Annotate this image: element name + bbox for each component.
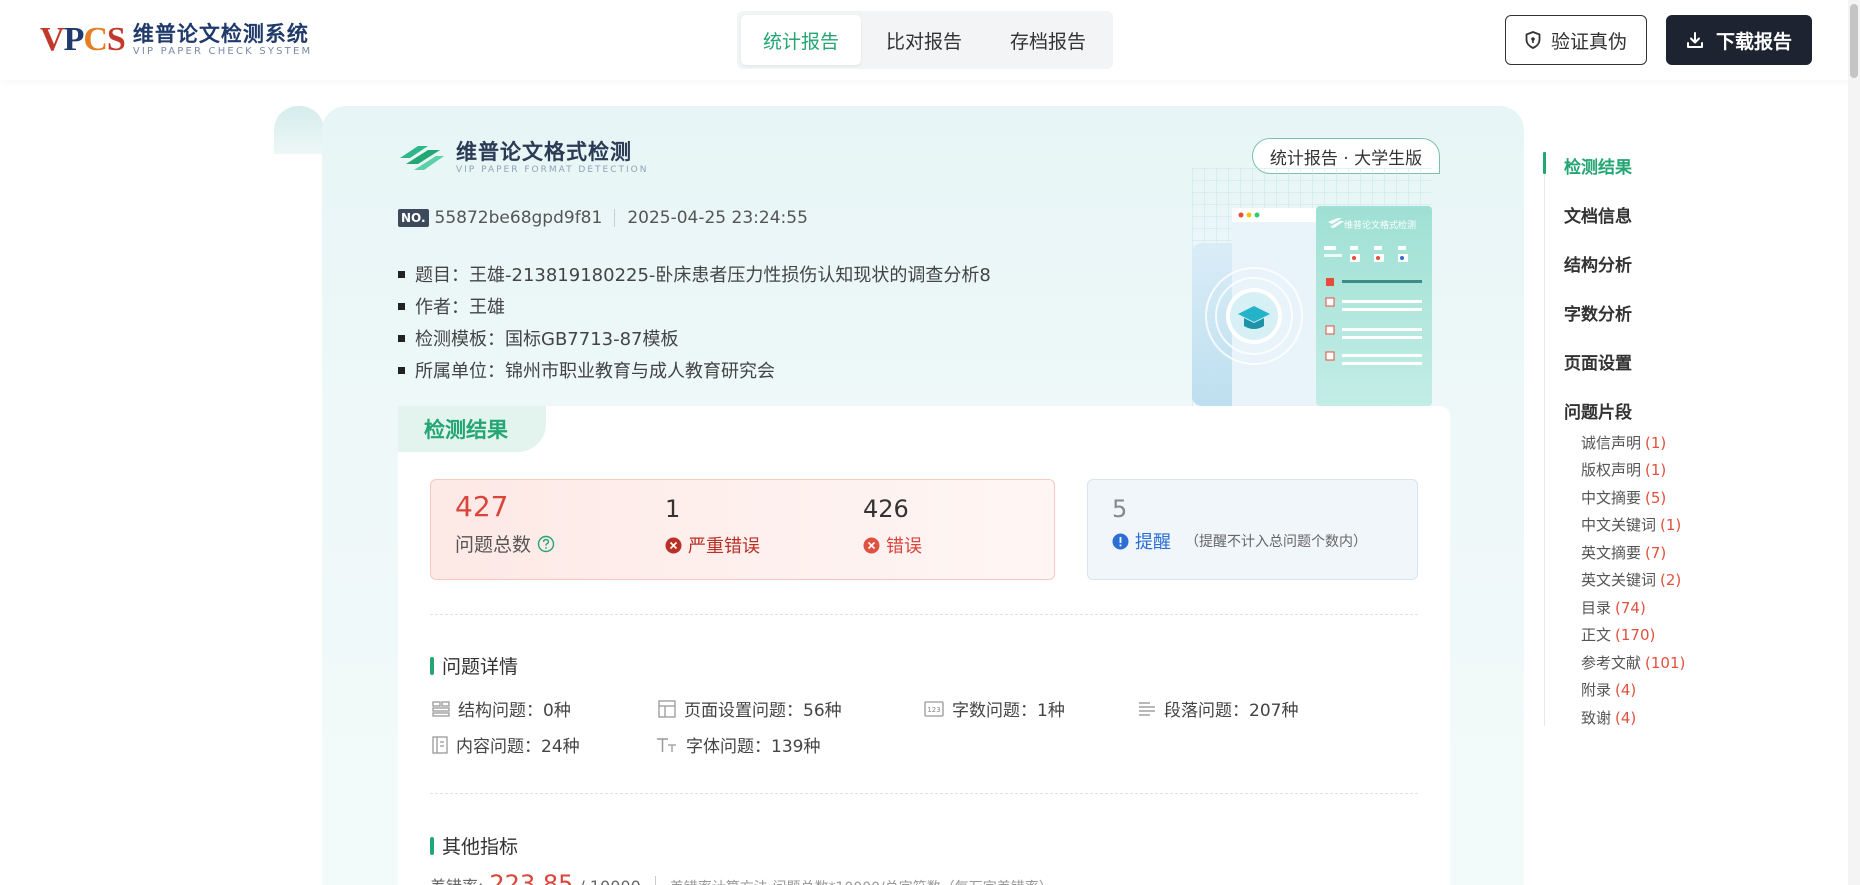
- nav-item-document-info[interactable]: 文档信息: [1564, 202, 1632, 227]
- tab-comparison-report[interactable]: 比对报告: [861, 15, 987, 65]
- reminder-label: 提醒: [1135, 532, 1171, 553]
- nav-item-problem-fragments[interactable]: 问题片段: [1564, 398, 1632, 423]
- structure-issues: 结构问题：0种: [432, 696, 571, 721]
- reminder-stat: 5 提醒 （提醒不计入总问题个数内）: [1112, 494, 1367, 554]
- logo-mark: VPCS: [40, 21, 126, 58]
- problem-summary-box: 427 问题总数 1 严重错误 426 错误: [430, 479, 1055, 580]
- font-issues: 字体问题：139种: [656, 732, 820, 757]
- verify-label: 验证真伪: [1550, 30, 1627, 53]
- logo-name: 维普论文检测系统: [132, 22, 309, 46]
- nav-item-detection-result[interactable]: 检测结果: [1564, 153, 1632, 178]
- total-problems-value: 427: [455, 490, 509, 523]
- divider: [614, 209, 616, 227]
- nav-item-word-count-analysis[interactable]: 字数分析: [1564, 300, 1632, 325]
- detection-result-label: 检测结果: [398, 406, 546, 452]
- paragraph-icon: [1139, 701, 1155, 716]
- layout-icon: [658, 699, 676, 718]
- illustration-title: 维普论文格式检测: [1344, 219, 1416, 231]
- tab-archive-report[interactable]: 存档报告: [987, 15, 1109, 65]
- top-header: VPCS 维普论文检测系统 VIP PAPER CHECK SYSTEM 统计报…: [0, 0, 1860, 80]
- result-panel: [398, 406, 1450, 885]
- page-setup-issues: 页面设置问题：56种: [658, 696, 842, 721]
- divider: [430, 793, 1418, 794]
- error-rate-metric: 差错率: 223.85 / 10000 差错率计算方法:问题总数*10000/总…: [430, 870, 1053, 885]
- nav-subitem-toc[interactable]: 目录 (74): [1581, 597, 1646, 618]
- error-icon: [665, 537, 682, 553]
- download-icon: [1686, 32, 1703, 48]
- error-rate-note: 差错率计算方法:问题总数*10000/总字符数（每万字差错率）: [670, 877, 1053, 885]
- divider: [430, 614, 1418, 615]
- reminder-note: （提醒不计入总问题个数内）: [1185, 534, 1367, 550]
- word-count-issues: 123 字数问题：1种: [924, 696, 1065, 721]
- total-problems-stat: 427 问题总数: [455, 492, 555, 557]
- report-tabs: 统计报告 比对报告 存档报告: [737, 11, 1113, 69]
- error-rate-label: 差错率:: [430, 873, 483, 885]
- nav-item-structure-analysis[interactable]: 结构分析: [1564, 251, 1632, 276]
- no-badge: NO.: [398, 209, 429, 227]
- number-123-icon: 123: [924, 700, 944, 717]
- nav-subitem-chinese-keywords[interactable]: 中文关键词 (1): [1581, 514, 1681, 535]
- total-problems-label: 问题总数: [455, 534, 532, 556]
- report-number: 55872be68gpd9f81: [434, 208, 603, 228]
- error-rate-value: 223.85: [489, 870, 574, 885]
- nav-subitem-copyright-statement[interactable]: 版权声明 (1): [1581, 459, 1666, 480]
- errors-value: 426: [863, 495, 909, 523]
- divider: [654, 876, 656, 885]
- brand-name: 维普论文格式检测: [456, 140, 632, 164]
- nav-subitem-integrity-statement[interactable]: 诚信声明 (1): [1581, 432, 1666, 453]
- download-label: 下载报告: [1715, 30, 1792, 53]
- nav-subitem-appendix[interactable]: 附录 (4): [1581, 679, 1636, 700]
- info-template: 检测模板：国标GB7713-87模板: [398, 322, 991, 354]
- report-illustration: 维普论文格式检测: [1192, 168, 1432, 406]
- severe-errors-label: 严重错误: [688, 536, 760, 557]
- logo-subtitle: VIP PAPER CHECK SYSTEM: [132, 46, 313, 57]
- vpcs-logo[interactable]: VPCS 维普论文检测系统 VIP PAPER CHECK SYSTEM: [40, 20, 312, 60]
- scrollbar-thumb[interactable]: [1850, 4, 1858, 78]
- brand-logo-icon: [400, 146, 444, 170]
- severe-errors-value: 1: [665, 495, 681, 523]
- reminder-value: 5: [1112, 495, 1128, 523]
- other-metrics-title: 其他指标: [430, 832, 518, 859]
- nav-subitem-english-abstract[interactable]: 英文摘要 (7): [1581, 542, 1666, 563]
- tab-statistics-report[interactable]: 统计报告: [741, 15, 861, 65]
- error-icon: [863, 537, 880, 553]
- report-datetime: 2025-04-25 23:24:55: [627, 208, 808, 228]
- nav-subitem-references[interactable]: 参考文献 (101): [1581, 652, 1685, 673]
- font-size-icon: [657, 737, 676, 752]
- side-decoration: [274, 106, 324, 154]
- document-info-list: 题目：王雄-213819180225-卧床患者压力性损伤认知现状的调查分析8 作…: [398, 258, 991, 386]
- shield-icon: [1525, 31, 1541, 49]
- verify-authenticity-button[interactable]: 验证真伪: [1505, 15, 1647, 65]
- info-icon: [1112, 533, 1129, 549]
- error-rate-unit: / 10000: [579, 877, 640, 885]
- content-issues: 内容问题：24种: [432, 732, 580, 757]
- structure-icon: [432, 700, 450, 717]
- nav-item-page-setup[interactable]: 页面设置: [1564, 349, 1632, 374]
- document-icon: [432, 735, 448, 754]
- nav-subitem-acknowledgements[interactable]: 致谢 (4): [1581, 707, 1636, 728]
- help-icon[interactable]: [537, 535, 555, 553]
- brand-subtitle: VIP PAPER FORMAT DETECTION: [456, 165, 649, 175]
- format-detection-brand: 维普论文格式检测 VIP PAPER FORMAT DETECTION: [398, 140, 648, 176]
- errors-label: 错误: [886, 536, 922, 557]
- errors-stat: 426 错误: [863, 494, 922, 558]
- nav-subitem-body[interactable]: 正文 (170): [1581, 624, 1655, 645]
- svg-text:123: 123: [927, 706, 940, 714]
- nav-track: [1544, 152, 1545, 726]
- severe-errors-stat: 1 严重错误: [665, 494, 760, 558]
- paragraph-issues: 段落问题：207种: [1138, 696, 1298, 721]
- scrollbar-track[interactable]: [1848, 0, 1860, 885]
- reminder-box: 5 提醒 （提醒不计入总问题个数内）: [1087, 479, 1418, 580]
- info-organization: 所属单位：锦州市职业教育与成人教育研究会: [398, 354, 991, 386]
- report-number-row: NO. 55872be68gpd9f81 2025-04-25 23:24:55: [398, 208, 808, 228]
- nav-subitem-english-keywords[interactable]: 英文关键词 (2): [1581, 569, 1681, 590]
- nav-active-indicator: [1543, 152, 1546, 174]
- problem-details-title: 问题详情: [430, 652, 518, 679]
- download-report-button[interactable]: 下载报告: [1666, 15, 1812, 65]
- info-title: 题目：王雄-213819180225-卧床患者压力性损伤认知现状的调查分析8: [398, 258, 991, 290]
- info-author: 作者：王雄: [398, 290, 991, 322]
- nav-subitem-chinese-abstract[interactable]: 中文摘要 (5): [1581, 487, 1666, 508]
